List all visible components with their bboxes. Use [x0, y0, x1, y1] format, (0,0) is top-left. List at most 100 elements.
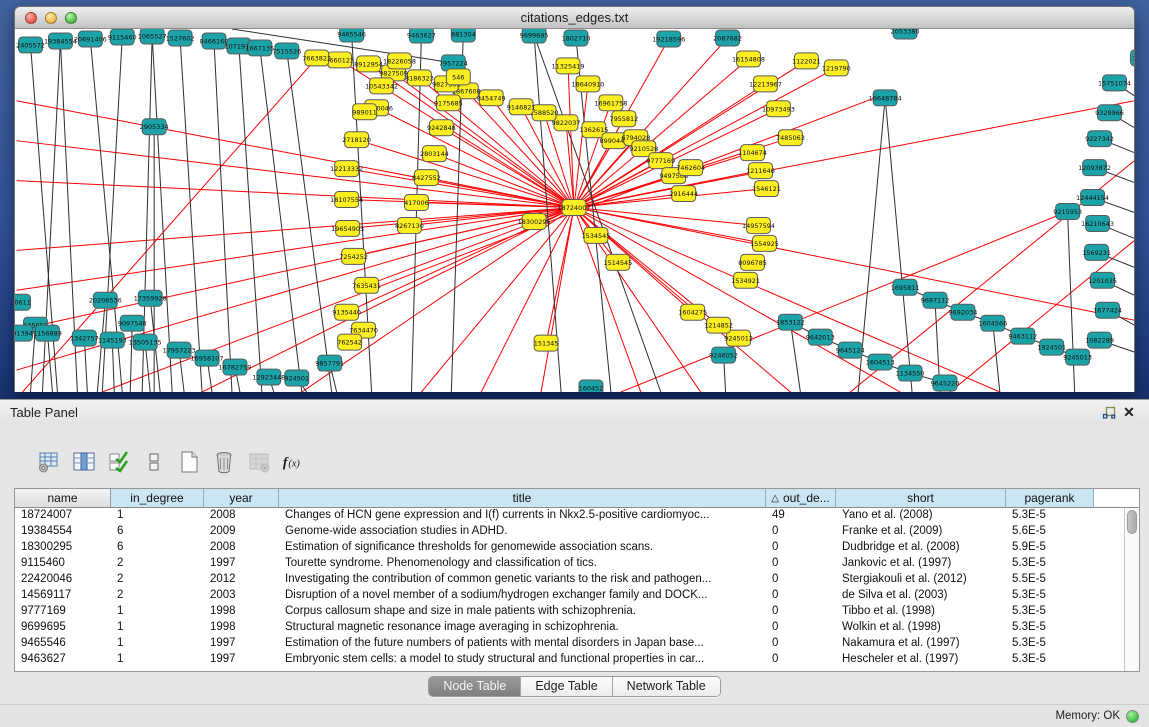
graph-node[interactable]: 1514545 — [603, 254, 632, 270]
graph-node[interactable]: 9697112 — [921, 292, 950, 308]
graph-node[interactable]: 1677424 — [1093, 302, 1122, 318]
graph-node[interactable]: 1065527 — [138, 29, 167, 44]
graph-node[interactable]: 8427552 — [412, 170, 441, 186]
column-header-year[interactable]: year — [204, 489, 279, 507]
table-cell[interactable]: 2009 — [204, 524, 279, 540]
table-cell[interactable]: 2 — [111, 556, 204, 572]
table-cell[interactable]: 0 — [766, 588, 836, 604]
graph-node[interactable]: 9097548 — [118, 315, 147, 331]
graph-node[interactable]: 1201035 — [1088, 272, 1117, 288]
graph-node[interactable]: 1554925 — [750, 235, 779, 251]
column-header-out_de[interactable]: △out_de... — [766, 489, 836, 507]
table-cell[interactable]: 5.3E-5 — [1006, 604, 1094, 620]
graph-node[interactable]: 2405572 — [16, 37, 45, 53]
table-cell[interactable]: 0 — [766, 636, 836, 652]
graph-node[interactable]: 7635431 — [352, 277, 381, 293]
table-row[interactable]: 2242004622012Investigating the contribut… — [15, 572, 1124, 588]
table-cell[interactable]: 0 — [766, 620, 836, 636]
graph-node[interactable]: 1082289 — [1085, 332, 1114, 348]
graph-node[interactable]: 1211646 — [746, 163, 775, 179]
table-row[interactable]: 911546021997Tourette syndrome. Phenomeno… — [15, 556, 1124, 572]
graph-node[interactable]: 2087682 — [713, 30, 742, 46]
graph-node[interactable]: 18724007 — [558, 200, 591, 216]
graph-node[interactable]: 2053380 — [891, 29, 920, 39]
table-cell[interactable]: 5.3E-5 — [1006, 636, 1094, 652]
graph-node[interactable]: 20206536 — [89, 292, 122, 308]
table-cell[interactable]: Franke et al. (2009) — [836, 524, 1006, 540]
graph-node[interactable]: 1534545 — [582, 227, 611, 243]
graph-node[interactable]: 18107554 — [330, 192, 363, 208]
graph-node[interactable]: 989011 — [352, 104, 377, 120]
graph-node[interactable]: 12213967 — [749, 76, 782, 92]
graph-node[interactable]: 20691406 — [74, 31, 107, 47]
graph-node[interactable]: 12923448 — [252, 369, 285, 385]
table-cell[interactable]: 5.3E-5 — [1006, 508, 1094, 524]
table-cell[interactable]: 9463627 — [15, 652, 111, 668]
table-row[interactable]: 946554611997Estimation of the future num… — [15, 636, 1124, 652]
graph-node[interactable]: 9777169 — [646, 153, 675, 169]
graph-node[interactable]: 1214852 — [704, 317, 733, 333]
table-cell[interactable]: 5.9E-5 — [1006, 540, 1094, 556]
table-cell[interactable]: 0 — [766, 556, 836, 572]
graph-node[interactable]: 1546121 — [752, 181, 781, 197]
table-row[interactable]: 1872400712008Changes of HCN gene express… — [15, 508, 1124, 524]
graph-node[interactable]: 15958 — [1130, 50, 1134, 66]
graph-node[interactable]: 2803144 — [420, 146, 449, 162]
graph-node[interactable]: 9175685 — [434, 95, 463, 111]
graph-node[interactable]: 9146821 — [507, 99, 536, 115]
table-cell[interactable]: 5.3E-5 — [1006, 556, 1094, 572]
graph-node[interactable]: 14957594 — [742, 217, 775, 233]
tab-network-table[interactable]: Network Table — [613, 677, 720, 696]
table-cell[interactable]: 2 — [111, 588, 204, 604]
graph-node[interactable]: 17359928 — [134, 290, 167, 306]
graph-node[interactable]: 1604566 — [978, 315, 1007, 331]
graph-node[interactable]: 12213332 — [330, 161, 363, 177]
table-cell[interactable]: 9777169 — [15, 604, 111, 620]
import-table-icon[interactable] — [246, 448, 272, 476]
table-cell[interactable]: Wolkin et al. (1998) — [836, 620, 1006, 636]
graph-node[interactable]: 546 — [446, 69, 470, 85]
graph-node[interactable]: 9857791 — [315, 355, 344, 371]
graph-node[interactable]: 1156889 — [33, 325, 62, 341]
graph-node[interactable]: 9115460 — [108, 29, 137, 45]
graph-node[interactable]: 18226058 — [383, 53, 416, 69]
tab-edge-table[interactable]: Edge Table — [521, 677, 612, 696]
table-cell[interactable]: Changes of HCN gene expression and I(f) … — [279, 508, 766, 524]
graph-node[interactable]: 9699695 — [520, 29, 549, 43]
graph-node[interactable]: 10973493 — [762, 101, 795, 117]
table-cell[interactable]: Tourette syndrome. Phenomenology and cla… — [279, 556, 766, 572]
graph-node[interactable]: 16210643 — [1081, 215, 1114, 231]
network-graph-canvas[interactable]: 2405572193845542069140691154601065527152… — [15, 29, 1134, 392]
table-cell[interactable]: 1 — [111, 652, 204, 668]
table-cell[interactable]: 1997 — [204, 652, 279, 668]
table-cell[interactable]: 0 — [766, 524, 836, 540]
table-cell[interactable]: Stergiakouli et al. (2012) — [836, 572, 1006, 588]
table-cell[interactable]: Genome-wide association studies in ADHD. — [279, 524, 766, 540]
table-cell[interactable]: 5.3E-5 — [1006, 588, 1094, 604]
table-cell[interactable]: 5.5E-5 — [1006, 572, 1094, 588]
table-cell[interactable]: 5.3E-5 — [1006, 620, 1094, 636]
table-cell[interactable]: 9115460 — [15, 556, 111, 572]
citation-network-graph[interactable]: 2405572193845542069140691154601065527152… — [15, 29, 1134, 392]
graph-node[interactable]: 1604275 — [678, 304, 707, 320]
graph-node[interactable]: 11325419 — [552, 58, 585, 74]
table-row[interactable]: 1830029562008Estimation of significance … — [15, 540, 1124, 556]
graph-node[interactable]: 9465546 — [337, 29, 366, 42]
table-cell[interactable]: 2012 — [204, 572, 279, 588]
table-cell[interactable]: Embryonic stem cells: a model to study s… — [279, 652, 766, 668]
graph-node[interactable]: 417006 — [404, 195, 429, 211]
graph-node[interactable]: 9135440 — [332, 304, 361, 320]
table-cell[interactable]: 2008 — [204, 508, 279, 524]
table-cell[interactable]: 1 — [111, 620, 204, 636]
table-cell[interactable]: 6 — [111, 524, 204, 540]
table-cell[interactable]: Tibbo et al. (1998) — [836, 604, 1006, 620]
graph-node[interactable]: 8096785 — [738, 254, 767, 270]
table-cell[interactable]: 2003 — [204, 588, 279, 604]
column-header-short[interactable]: short — [836, 489, 1006, 507]
table-cell[interactable]: Estimation of the future numbers of pati… — [279, 636, 766, 652]
table-cell[interactable]: de Silva et al. (2003) — [836, 588, 1006, 604]
table-row[interactable]: 946362711997Embryonic stem cells: a mode… — [15, 652, 1124, 668]
table-cell[interactable]: 1998 — [204, 604, 279, 620]
graph-node[interactable]: 12444154 — [1076, 190, 1109, 206]
graph-node[interactable]: 391394 — [15, 325, 33, 341]
